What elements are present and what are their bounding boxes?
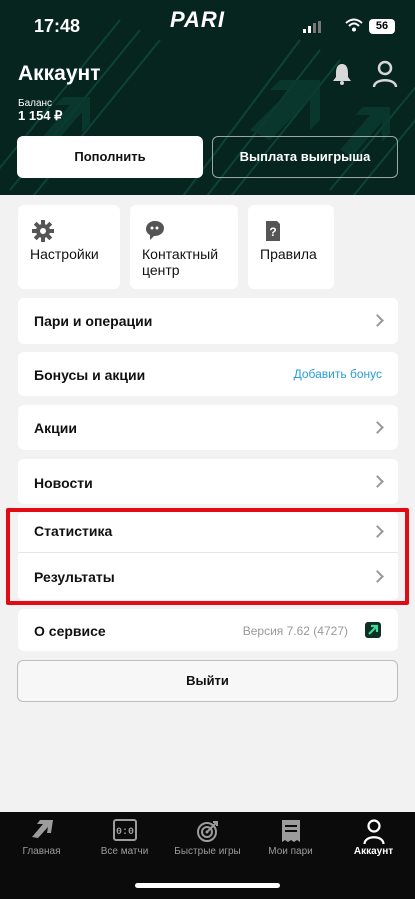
gear-icon [32,220,54,242]
status-bar: 17:48 PARI 56 [0,0,415,52]
support-chat-icon [146,221,164,240]
tab-all-matches[interactable]: 0:0 Все матчи [83,812,166,860]
target-icon [196,821,218,842]
tab-quick-games-label: Быстрые игры [174,846,241,857]
wifi-icon [345,18,363,32]
scoreboard-icon: 0:0 [112,819,137,841]
add-bonus-link[interactable]: Добавить бонус [294,367,382,381]
menu-item-about[interactable]: О сервисе Версия 7.62 (4727) [18,609,398,651]
user-icon[interactable] [372,60,398,88]
signal-icon [303,21,321,33]
menu-item-bonuses-label: Бонусы и акции [34,367,146,383]
tile-contact-center[interactable]: Контактный центр [130,205,238,289]
tab-quick-games[interactable]: Быстрые игры [166,812,249,860]
battery-indicator: 56 [369,19,395,34]
svg-text:?: ? [269,225,276,239]
deposit-button[interactable]: Пополнить [17,136,203,178]
menu-item-promos[interactable]: Акции [18,405,398,450]
chevron-right-icon [371,474,384,488]
tile-rules[interactable]: ? Правила [248,205,334,289]
receipt-icon [281,820,300,842]
tile-rules-label: Правила [260,246,317,262]
tile-contact-label: Контактный центр [142,246,219,278]
menu-item-bonuses[interactable]: Бонусы и акции Добавить бонус [18,352,398,396]
logout-button[interactable]: Выйти [17,660,398,702]
menu-item-news[interactable]: Новости [18,459,398,504]
account-header: 17:48 PARI 56 Аккаунт Баланс 1 154 ₽ Поп… [0,0,415,195]
withdraw-button[interactable]: Выплата выигрыша [212,136,398,178]
menu-item-promos-label: Акции [34,420,77,436]
balance-value: 1 154 ₽ [18,108,63,123]
tab-my-bets[interactable]: Мои пари [249,812,332,860]
page-title: Аккаунт [18,62,101,85]
menu-item-bets[interactable]: Пари и операции [18,298,398,344]
tab-all-matches-label: Все матчи [100,846,149,857]
tab-account[interactable]: Аккаунт [332,812,415,860]
tile-settings-label: Настройки [30,246,99,262]
tab-my-bets-label: Мои пари [268,846,313,857]
user-icon [362,819,385,845]
tab-home[interactable]: Главная [0,812,83,860]
app-version: Версия 7.62 (4727) [242,624,348,638]
arrow-up-right-icon [365,622,381,638]
chevron-right-icon [371,314,384,327]
home-indicator [135,883,280,888]
tab-home-label: Главная [22,846,61,857]
svg-text:0:0: 0:0 [115,827,133,838]
chevron-right-icon [371,420,384,434]
tile-settings[interactable]: Настройки [18,205,120,289]
rules-document-icon: ? [266,221,280,241]
bell-icon[interactable] [330,62,354,86]
menu-item-news-label: Новости [34,475,93,491]
menu-item-bets-label: Пари и операции [34,313,153,329]
home-arrow-icon [31,820,53,838]
menu-item-about-label: О сервисе [34,623,106,639]
tab-account-label: Аккаунт [353,846,394,857]
pari-logo: PARI [170,7,225,32]
status-time: 17:48 [34,16,81,36]
highlight-box [6,508,409,605]
